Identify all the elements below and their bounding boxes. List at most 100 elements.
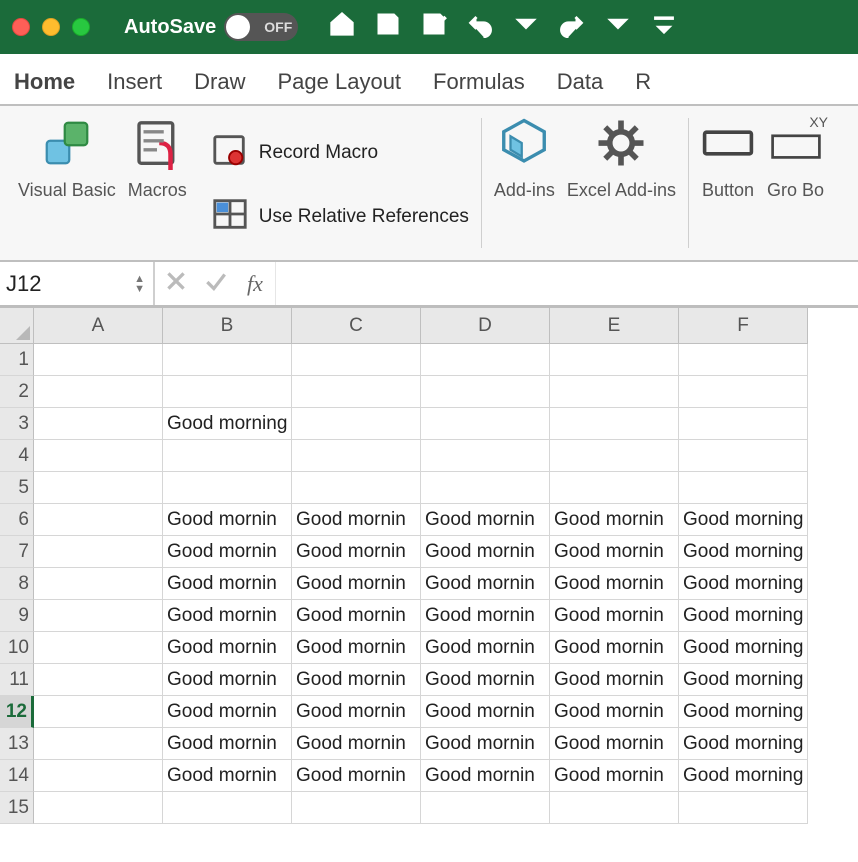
cell[interactable]: Good morning	[679, 568, 808, 600]
row-header[interactable]: 2	[0, 376, 34, 408]
cell[interactable]	[34, 728, 163, 760]
cell[interactable]	[679, 376, 808, 408]
cell[interactable]: Good mornin	[292, 536, 421, 568]
cell[interactable]: Good mornin	[421, 696, 550, 728]
visual-basic-button[interactable]: Visual Basic	[16, 112, 118, 200]
row-header[interactable]: 1	[0, 344, 34, 376]
row-header[interactable]: 13	[0, 728, 34, 760]
cell[interactable]: Good mornin	[421, 536, 550, 568]
row-header[interactable]: 12	[0, 696, 34, 728]
tab-r[interactable]: R	[633, 63, 653, 101]
cell[interactable]	[34, 632, 163, 664]
cell[interactable]	[421, 792, 550, 824]
tab-draw[interactable]: Draw	[192, 63, 247, 101]
cell[interactable]	[163, 376, 292, 408]
name-box-spinner[interactable]: ▲ ▼	[134, 274, 145, 294]
cell[interactable]	[34, 408, 163, 440]
row-header[interactable]: 7	[0, 536, 34, 568]
column-header[interactable]: A	[34, 308, 163, 344]
cell[interactable]: Good morning	[679, 536, 808, 568]
cell[interactable]: Good mornin	[292, 760, 421, 792]
minimize-window-button[interactable]	[42, 18, 60, 36]
row-header[interactable]: 5	[0, 472, 34, 504]
cancel-icon[interactable]	[163, 268, 189, 300]
cell[interactable]	[34, 760, 163, 792]
tab-insert[interactable]: Insert	[105, 63, 164, 101]
cell[interactable]: Good mornin	[550, 568, 679, 600]
tab-data[interactable]: Data	[555, 63, 605, 101]
cell[interactable]: Good mornin	[292, 632, 421, 664]
cell[interactable]: Good mornin	[550, 600, 679, 632]
cell[interactable]	[421, 344, 550, 376]
cell[interactable]: Good mornin	[421, 568, 550, 600]
formula-input[interactable]	[275, 262, 858, 305]
cell[interactable]: Good mornin	[163, 760, 292, 792]
cell[interactable]: Good mornin	[292, 568, 421, 600]
group-box-control[interactable]: XY Gro Bo	[765, 112, 826, 200]
row-header[interactable]: 8	[0, 568, 34, 600]
row-header[interactable]: 11	[0, 664, 34, 696]
tab-page-layout[interactable]: Page Layout	[276, 63, 404, 101]
cell[interactable]: Good mornin	[163, 664, 292, 696]
chevron-up-icon[interactable]: ▲	[134, 274, 145, 284]
cell[interactable]: Good mornin	[550, 728, 679, 760]
cell[interactable]: Good mornin	[421, 504, 550, 536]
cell[interactable]: Good mornin	[421, 664, 550, 696]
column-header[interactable]: D	[421, 308, 550, 344]
cell[interactable]	[163, 472, 292, 504]
cell[interactable]	[34, 344, 163, 376]
cell[interactable]: Good mornin	[550, 536, 679, 568]
cell[interactable]: Good mornin	[421, 600, 550, 632]
cell[interactable]	[34, 664, 163, 696]
undo-icon[interactable]	[466, 10, 494, 44]
cell[interactable]: Good mornin	[163, 728, 292, 760]
cell[interactable]	[34, 792, 163, 824]
enter-icon[interactable]	[203, 268, 229, 300]
undo-dropdown-icon[interactable]	[512, 10, 540, 44]
cell[interactable]	[679, 344, 808, 376]
fx-label[interactable]: fx	[243, 271, 267, 297]
cell[interactable]	[34, 600, 163, 632]
cell[interactable]	[679, 408, 808, 440]
cell[interactable]: Good mornin	[421, 760, 550, 792]
cell[interactable]	[550, 408, 679, 440]
row-header[interactable]: 15	[0, 792, 34, 824]
column-header[interactable]: B	[163, 308, 292, 344]
cell[interactable]	[550, 792, 679, 824]
close-window-button[interactable]	[12, 18, 30, 36]
cell[interactable]: Good morning	[679, 632, 808, 664]
cell[interactable]: Good mornin	[292, 664, 421, 696]
cell[interactable]	[292, 472, 421, 504]
cell[interactable]	[421, 440, 550, 472]
cell[interactable]	[34, 440, 163, 472]
row-header[interactable]: 3	[0, 408, 34, 440]
row-header[interactable]: 6	[0, 504, 34, 536]
cell[interactable]: Good morning	[679, 504, 808, 536]
cell[interactable]: Good morning	[679, 696, 808, 728]
maximize-window-button[interactable]	[72, 18, 90, 36]
cell[interactable]	[163, 344, 292, 376]
excel-addins-button[interactable]: Excel Add-ins	[565, 112, 678, 200]
cell[interactable]	[550, 440, 679, 472]
row-header[interactable]: 4	[0, 440, 34, 472]
cell[interactable]	[292, 376, 421, 408]
cell[interactable]: Good mornin	[163, 536, 292, 568]
cell[interactable]: Good mornin	[163, 568, 292, 600]
cell[interactable]: Good morning	[679, 760, 808, 792]
record-macro-button[interactable]: Record Macro	[209, 125, 471, 181]
cell[interactable]: Good mornin	[292, 728, 421, 760]
redo-icon[interactable]	[558, 10, 586, 44]
macros-button[interactable]: Macros	[126, 112, 189, 200]
addins-button[interactable]: Add-ins	[492, 112, 557, 200]
spreadsheet-grid[interactable]: ABCDEF123Good morning456Good morninGood …	[0, 308, 858, 824]
cell[interactable]	[679, 472, 808, 504]
cell[interactable]	[34, 568, 163, 600]
column-header[interactable]: E	[550, 308, 679, 344]
cell[interactable]: Good mornin	[550, 504, 679, 536]
cell[interactable]	[34, 536, 163, 568]
cell[interactable]	[550, 472, 679, 504]
cell[interactable]	[292, 408, 421, 440]
cell[interactable]	[292, 792, 421, 824]
customize-toolbar-icon[interactable]	[650, 10, 678, 44]
cell[interactable]	[34, 472, 163, 504]
